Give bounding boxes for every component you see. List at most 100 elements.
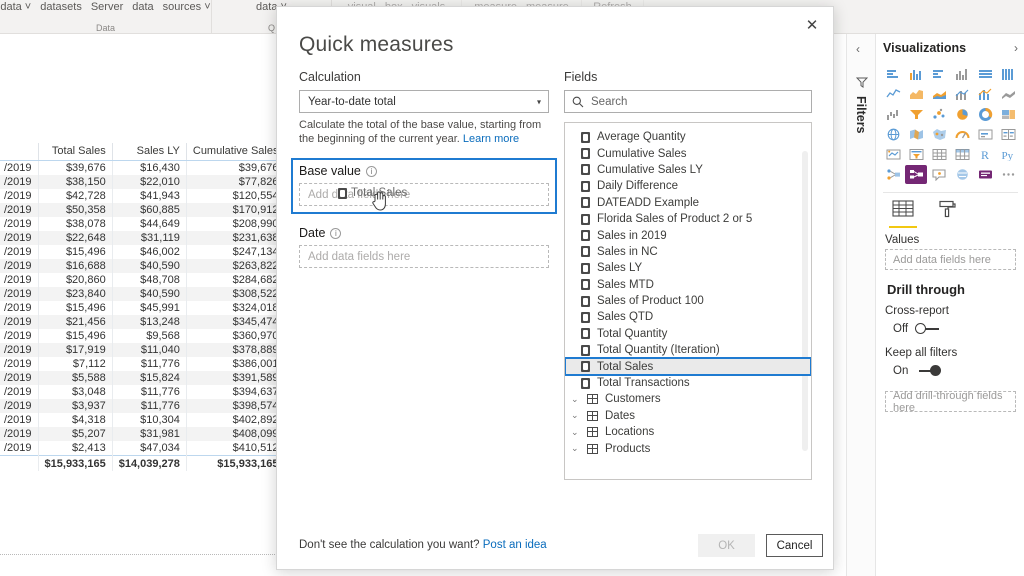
field-list-item[interactable]: Sales of Product 100: [565, 293, 811, 309]
table-cell: $284,682: [186, 273, 286, 287]
field-list-item[interactable]: Total Transactions: [565, 375, 811, 391]
pie-chart-icon[interactable]: [951, 105, 973, 124]
ribbon-item-get-data[interactable]: data ˅: [0, 1, 31, 13]
values-dropwell[interactable]: Add data fields here: [885, 249, 1016, 270]
field-list-table-item[interactable]: ⌄ Customers: [565, 391, 811, 407]
field-list-table-item[interactable]: ⌄ Locations: [565, 424, 811, 440]
ok-button[interactable]: OK: [698, 534, 755, 557]
100-stacked-bar-chart-icon[interactable]: [974, 65, 996, 84]
column-header-sales-ly[interactable]: Sales LY: [112, 143, 187, 161]
funnel-chart-icon[interactable]: [905, 105, 927, 124]
field-list-item[interactable]: Sales LY: [565, 260, 811, 276]
chevron-down-icon[interactable]: ⌄: [571, 443, 580, 454]
field-list-item[interactable]: DATEADD Example: [565, 195, 811, 211]
filled-map-icon[interactable]: [905, 125, 927, 144]
cancel-button[interactable]: Cancel: [766, 534, 823, 557]
cross-report-toggle[interactable]: [915, 323, 941, 335]
fields-search-box[interactable]: Search: [564, 90, 812, 113]
field-list-item[interactable]: Average Quantity: [565, 129, 811, 145]
drill-through-dropwell[interactable]: Add drill-through fields here: [885, 390, 1016, 414]
area-chart-icon[interactable]: [905, 85, 927, 104]
learn-more-link[interactable]: Learn more: [463, 133, 519, 145]
keep-all-filters-toggle-row[interactable]: On: [877, 361, 1024, 377]
collapse-visualizations-chevron-icon[interactable]: ›: [1014, 41, 1018, 55]
calculation-select[interactable]: Year-to-date total ▾: [299, 90, 549, 113]
base-value-dropwell[interactable]: Add data fields here Total Sales: [299, 183, 549, 211]
date-dropwell[interactable]: Add data fields here: [299, 245, 549, 268]
format-tab[interactable]: [937, 199, 957, 228]
more-options-icon[interactable]: [997, 165, 1019, 184]
decomposition-tree-icon[interactable]: [905, 165, 927, 184]
keep-all-filters-toggle[interactable]: [915, 365, 942, 377]
chevron-down-icon[interactable]: ⌄: [571, 394, 580, 405]
clustered-column-chart-icon[interactable]: [951, 65, 973, 84]
table-cell: $208,990: [186, 217, 286, 231]
column-header-cumulative-sales[interactable]: Cumulative Sales: [186, 143, 286, 161]
field-list-item[interactable]: Florida Sales of Product 2 or 5: [565, 211, 811, 227]
chevron-down-icon[interactable]: ⌄: [571, 410, 580, 421]
column-header-date[interactable]: [0, 143, 39, 161]
table-icon[interactable]: [928, 145, 950, 164]
shape-map-icon[interactable]: [928, 125, 950, 144]
slicer-icon[interactable]: [905, 145, 927, 164]
table-cell: $11,776: [112, 385, 187, 399]
field-list-item[interactable]: Total Sales: [565, 357, 811, 376]
line-chart-icon[interactable]: [882, 85, 904, 104]
donut-chart-icon[interactable]: [974, 105, 996, 124]
100-stacked-column-chart-icon[interactable]: [997, 65, 1019, 84]
smart-narrative-icon[interactable]: [951, 165, 973, 184]
map-icon[interactable]: [882, 125, 904, 144]
qa-visual-icon[interactable]: [928, 165, 950, 184]
waterfall-chart-icon[interactable]: [882, 105, 904, 124]
gauge-icon[interactable]: [951, 125, 973, 144]
fields-tab[interactable]: [889, 199, 917, 228]
line-stacked-column-chart-icon[interactable]: [951, 85, 973, 104]
field-list-item[interactable]: Total Quantity (Iteration): [565, 342, 811, 358]
field-list-item[interactable]: Total Quantity: [565, 326, 811, 342]
stacked-area-chart-icon[interactable]: [928, 85, 950, 104]
column-header-total-sales[interactable]: Total Sales: [38, 143, 113, 161]
expand-filters-chevron-icon[interactable]: ‹: [856, 42, 860, 56]
line-clustered-column-chart-icon[interactable]: [974, 85, 996, 104]
paginated-report-icon[interactable]: [974, 165, 996, 184]
ribbon-chart-icon[interactable]: [997, 85, 1019, 104]
python-visual-icon[interactable]: Py: [997, 145, 1019, 164]
kpi-icon[interactable]: [882, 145, 904, 164]
field-list-item[interactable]: Sales MTD: [565, 277, 811, 293]
r-script-visual-icon[interactable]: R: [974, 145, 996, 164]
field-list-item[interactable]: Sales in 2019: [565, 227, 811, 243]
date-section[interactable]: Date i Add data fields here: [299, 226, 549, 268]
field-list-table-item[interactable]: ⌄ Products: [565, 440, 811, 456]
ribbon-item-sources[interactable]: sources ˅: [163, 1, 211, 13]
field-list-item[interactable]: Sales in NC: [565, 244, 811, 260]
cross-report-toggle-row[interactable]: Off: [877, 319, 1024, 335]
fields-list[interactable]: Average Quantity Cumulative Sales Cumulati…: [564, 122, 812, 480]
stacked-bar-chart-icon[interactable]: [882, 65, 904, 84]
chevron-down-icon[interactable]: ⌄: [571, 427, 580, 438]
close-icon[interactable]: ✕: [799, 13, 825, 37]
field-list-item[interactable]: Daily Difference: [565, 178, 811, 194]
ribbon-item-data[interactable]: data: [132, 1, 153, 13]
field-list-item[interactable]: Sales QTD: [565, 309, 811, 325]
multi-row-card-icon[interactable]: [997, 125, 1019, 144]
field-list-table-item[interactable]: ⌄ Dates: [565, 408, 811, 424]
scatter-chart-icon[interactable]: [928, 105, 950, 124]
treemap-icon[interactable]: [997, 105, 1019, 124]
table-cell: /2019: [0, 175, 39, 189]
post-an-idea-link[interactable]: Post an idea: [483, 539, 547, 551]
field-list-item[interactable]: Cumulative Sales LY: [565, 162, 811, 178]
ribbon-item-datasets[interactable]: datasets: [40, 1, 82, 13]
base-value-section[interactable]: Base value i Add data fields here Total …: [291, 158, 557, 214]
matrix-icon[interactable]: [951, 145, 973, 164]
ribbon-item-server[interactable]: Server: [91, 1, 123, 13]
info-icon[interactable]: i: [330, 227, 342, 239]
key-influencers-icon[interactable]: [882, 165, 904, 184]
card-icon[interactable]: [974, 125, 996, 144]
filters-pane-collapsed[interactable]: ‹ Filters: [846, 34, 876, 576]
info-icon[interactable]: i: [365, 165, 377, 177]
stacked-column-chart-icon[interactable]: [905, 65, 927, 84]
clustered-bar-chart-icon[interactable]: [928, 65, 950, 84]
measure-field-icon: [581, 295, 590, 307]
fields-list-scrollbar[interactable]: [802, 151, 808, 451]
field-list-item[interactable]: Cumulative Sales: [565, 145, 811, 161]
